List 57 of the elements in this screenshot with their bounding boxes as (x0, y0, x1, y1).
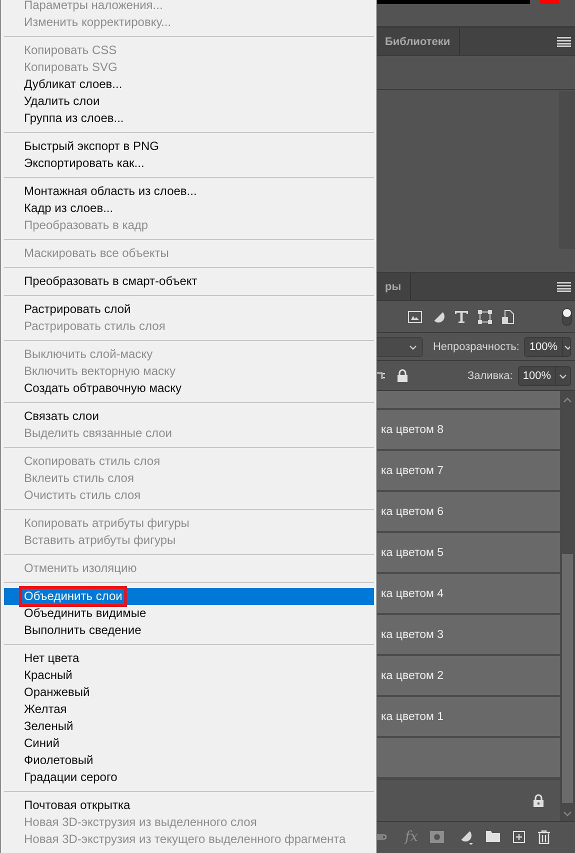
lock-icon[interactable] (397, 369, 408, 382)
layer-row[interactable]: ка цветом 7 (377, 451, 560, 492)
menu-item[interactable]: Оранжевый (4, 684, 374, 701)
menu-item[interactable]: Красный (4, 667, 374, 684)
fill-field[interactable]: 100% (518, 366, 571, 386)
lock-icon (533, 794, 544, 808)
menu-item[interactable]: Кадр из слоев... (4, 200, 374, 217)
opacity-label: Непрозрачность: (432, 340, 520, 352)
menu-item[interactable]: Объединить слои (4, 588, 374, 605)
shape-filter-icon[interactable] (478, 310, 492, 324)
layer-row[interactable]: ка цветом 1 (377, 697, 560, 738)
menu-item[interactable]: Преобразовать в смарт-объект (4, 273, 374, 290)
scrollbar[interactable] (560, 391, 575, 821)
menu-item[interactable]: Зеленый (4, 718, 374, 735)
menu-item[interactable]: Связать слои (4, 408, 374, 425)
adjustment-icon[interactable] (459, 828, 474, 844)
layer-row[interactable]: ка цветом 5 (377, 533, 560, 574)
opacity-field[interactable]: 100% (524, 336, 571, 356)
menu-item[interactable]: Градации серого (4, 769, 374, 786)
scroll-down-icon[interactable] (563, 811, 572, 817)
panel-tab[interactable]: ры (377, 273, 412, 300)
scroll-thumb[interactable] (562, 554, 573, 803)
menu-item[interactable]: Нет цвета (4, 650, 374, 667)
fill-label: Заливка: (467, 370, 513, 382)
artboard-lock-icon[interactable] (377, 370, 385, 382)
menu-item[interactable]: Растрировать слой (4, 301, 374, 318)
scroll-up-icon[interactable] (563, 397, 572, 403)
menu-item[interactable]: Выполнить сведение (4, 622, 374, 639)
type-filter-icon[interactable] (455, 310, 468, 322)
layer-row[interactable]: ка цветом 3 (377, 615, 560, 656)
close-area (540, 0, 559, 4)
menu-item[interactable]: Фиолетовый (4, 752, 374, 769)
menu-item[interactable]: Объединить видимые (4, 605, 374, 622)
link-icon[interactable] (377, 832, 387, 840)
layer-row[interactable]: ка цветом 2 (377, 656, 560, 697)
layer-row[interactable]: ка цветом 8 (377, 410, 560, 451)
filter-toggle[interactable] (562, 308, 572, 326)
panel-menu-icon[interactable] (557, 282, 571, 292)
menu-item[interactable]: Быстрый экспорт в PNG (4, 138, 374, 155)
new-layer-icon[interactable] (513, 830, 526, 842)
layer-row[interactable]: ка цветом 6 (377, 492, 560, 533)
folder-icon[interactable] (486, 831, 500, 842)
menu-item[interactable]: Дубликат слоев... (4, 76, 374, 93)
menu-item[interactable]: Синий (4, 735, 374, 752)
adjustment-filter-icon[interactable] (432, 310, 445, 323)
menu-item[interactable]: Желтая (4, 701, 374, 718)
menu-item[interactable]: Создать обтравочную маску (4, 380, 374, 397)
menu-item[interactable]: Монтажная область из слоев... (4, 183, 374, 200)
panel-menu-icon[interactable] (557, 36, 571, 46)
menu-item[interactable]: Группа из слоев... (4, 110, 374, 127)
menu-item[interactable]: Почтовая открытка (4, 797, 374, 814)
menu-item[interactable]: Экспортировать как... (4, 155, 374, 172)
menu-item[interactable]: Удалить слои (4, 93, 374, 110)
trash-icon[interactable] (538, 830, 550, 844)
image-filter-icon[interactable] (408, 310, 422, 322)
layer-row[interactable]: ка цветом 4 (377, 574, 560, 615)
smart-object-filter-icon[interactable] (502, 310, 514, 324)
